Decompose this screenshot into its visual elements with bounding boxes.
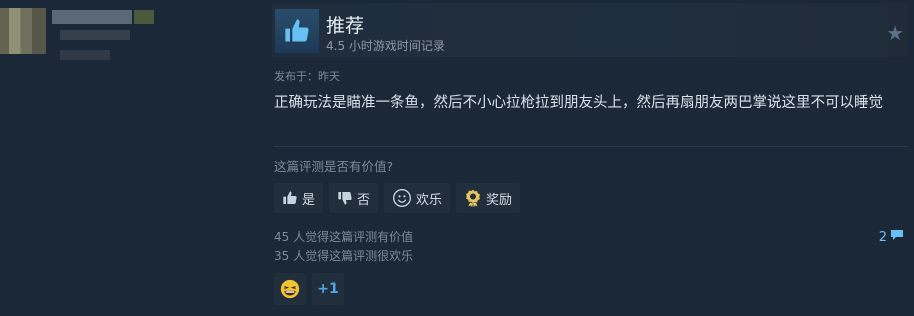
received-awards: +1 [274, 273, 344, 305]
award-medal-icon [464, 189, 482, 207]
avatar[interactable] [0, 8, 46, 54]
divider [274, 146, 908, 147]
review-header[interactable]: 推荐 4.5 小时游戏时间记录 ★ [272, 3, 908, 57]
smiley-icon [392, 188, 412, 208]
award-plus-one-label: +1 [317, 281, 339, 297]
review-card: 推荐 4.5 小时游戏时间记录 ★ 发布于：昨天 正确玩法是瞄准一条鱼，然后不小… [272, 0, 908, 316]
award-plus-one-icon[interactable]: +1 [312, 273, 344, 305]
reviewer-info-blurred [60, 30, 130, 40]
review-body: 正确玩法是瞄准一条鱼，然后不小心拉枪拉到朋友头上，然后再扇朋友两巴掌说这里不可以… [274, 95, 883, 111]
award-button[interactable]: 奖励 [456, 183, 521, 213]
recommendation-title[interactable]: 推荐 [326, 11, 364, 38]
comments-link[interactable]: 2 [879, 229, 904, 245]
award-laughing-face-icon[interactable] [274, 273, 306, 305]
reviewer-name-blurred[interactable] [52, 10, 132, 24]
comment-bubble-icon [890, 229, 904, 245]
funny-count: 35 人觉得这篇评测很欢乐 [274, 249, 414, 263]
vote-no-label: 否 [357, 192, 371, 208]
reviewer-level-blurred [134, 10, 154, 24]
award-label: 奖励 [486, 192, 513, 208]
playtime-hours: 4.5 小时游戏时间记录 [326, 39, 445, 53]
helpful-count: 45 人觉得这篇评测有价值 [274, 230, 414, 244]
vote-no-button[interactable]: 否 [329, 183, 379, 213]
thumbs-down-icon [337, 190, 353, 206]
posted-date: 发布于：昨天 [274, 70, 340, 83]
star-icon[interactable]: ★ [886, 21, 904, 45]
reviewer-info-blurred-2 [60, 50, 110, 60]
comment-count: 2 [878, 229, 887, 245]
vote-funny-button[interactable]: 欢乐 [384, 183, 451, 213]
vote-funny-label: 欢乐 [416, 192, 443, 208]
helpful-question: 这篇评测是否有价值? [274, 159, 394, 174]
vote-yes-button[interactable]: 是 [274, 183, 324, 213]
thumbs-up-icon [282, 190, 298, 206]
thumbs-up-icon [275, 9, 319, 53]
vote-yes-label: 是 [302, 192, 316, 208]
vote-buttons: 是 否 欢乐 奖励 [274, 183, 521, 213]
reviewer-panel [0, 0, 262, 316]
